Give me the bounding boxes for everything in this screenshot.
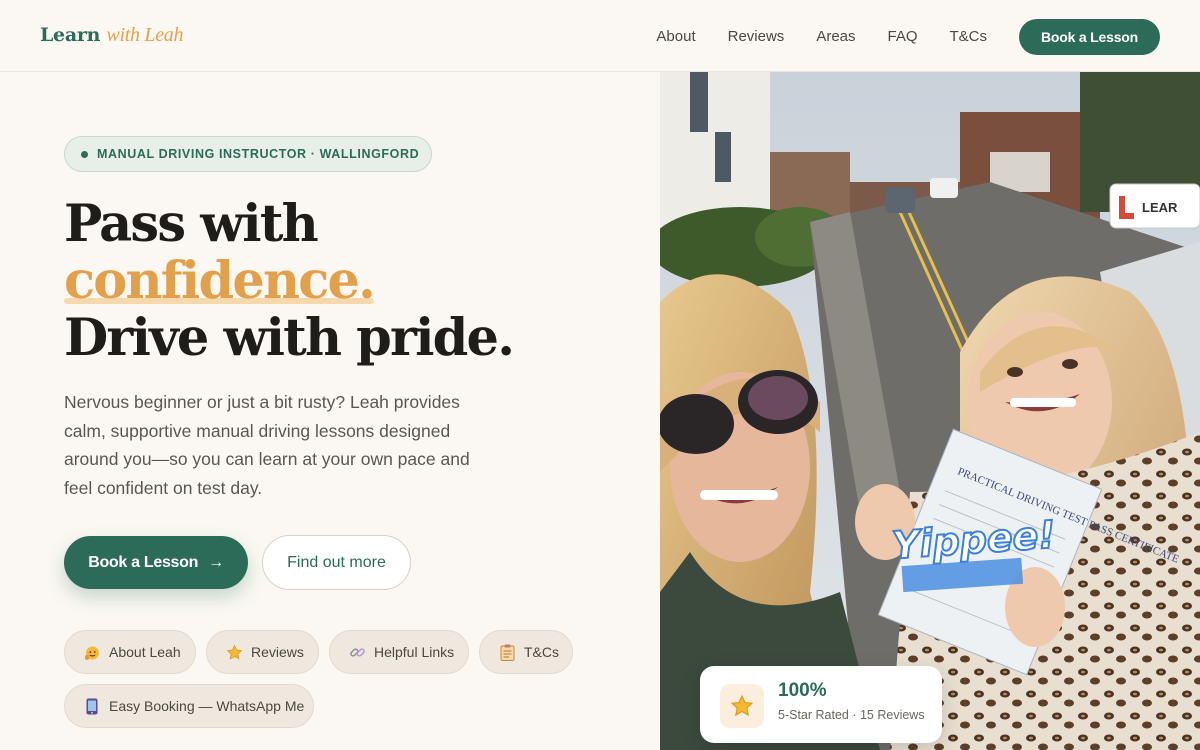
headline-line-3: Drive with pride. [64, 308, 515, 368]
chip-label: About Leah [109, 644, 181, 660]
rating-value: 100% [778, 680, 827, 701]
waving-person-icon [83, 643, 101, 661]
hero-headline: Pass with confidence. Drive with pride. [64, 194, 515, 368]
brand-name-accent: with Leah [106, 24, 184, 46]
star-icon [720, 684, 764, 728]
nav-link-reviews[interactable]: Reviews [728, 19, 785, 55]
status-dot-icon [81, 150, 88, 158]
chip-easy-booking[interactable]: Easy Booking — WhatsApp Me [64, 684, 314, 728]
nav-link-about[interactable]: About [656, 19, 695, 55]
phone-icon [83, 697, 101, 715]
nav-link-areas[interactable]: Areas [816, 19, 855, 55]
hero-photo-illustration: LEAR PRACTICAL DRIVING TEST PASS CERTIFI… [660, 72, 1200, 750]
hero-tag-text: MANUAL DRIVING INSTRUCTOR · WALLINGFORD [97, 147, 420, 161]
brand-name-main: Learn [40, 24, 101, 46]
chip-label: Easy Booking — WhatsApp Me [109, 698, 305, 714]
hero-photo: LEAR PRACTICAL DRIVING TEST PASS CERTIFI… [660, 72, 1200, 750]
chip-helpful-links[interactable]: Helpful Links [329, 630, 469, 674]
nav-link-faq[interactable]: FAQ [888, 19, 918, 55]
rating-label: 5-Star Rated · 15 Reviews [778, 708, 925, 722]
link-icon [348, 643, 366, 661]
book-lesson-label: Book a Lesson [88, 553, 199, 571]
rating-card: 100% 5-Star Rated · 15 Reviews [700, 666, 942, 743]
chip-reviews[interactable]: Reviews [206, 630, 319, 674]
roof-sign-text: LEAR [1142, 200, 1178, 215]
header-book-button[interactable]: Book a Lesson [1019, 19, 1160, 55]
nav-link-tcs[interactable]: T&Cs [950, 19, 988, 55]
arrow-right-icon: → [208, 553, 224, 571]
chip-label: Reviews [251, 644, 304, 660]
main-nav: About Reviews Areas FAQ T&Cs Book a Less… [656, 19, 1160, 55]
chip-label: T&Cs [524, 644, 559, 660]
headline-line-1: Pass with [64, 194, 319, 254]
book-lesson-button[interactable]: Book a Lesson → [64, 536, 248, 589]
site-header: Learn with Leah About Reviews Areas FAQ … [0, 0, 1200, 72]
clipboard-icon [498, 643, 516, 661]
find-out-more-button[interactable]: Find out more [262, 535, 411, 590]
brand-logo[interactable]: Learn with Leah [40, 24, 183, 47]
chip-label: Helpful Links [374, 644, 455, 660]
star-icon [225, 643, 243, 661]
headline-accent: confidence. [64, 251, 376, 311]
chip-about-leah[interactable]: About Leah [64, 630, 196, 674]
hero-tag-badge: MANUAL DRIVING INSTRUCTOR · WALLINGFORD [64, 136, 432, 172]
chip-tcs[interactable]: T&Cs [479, 630, 573, 674]
hero-subcopy: Nervous beginner or just a bit rusty? Le… [64, 392, 470, 498]
